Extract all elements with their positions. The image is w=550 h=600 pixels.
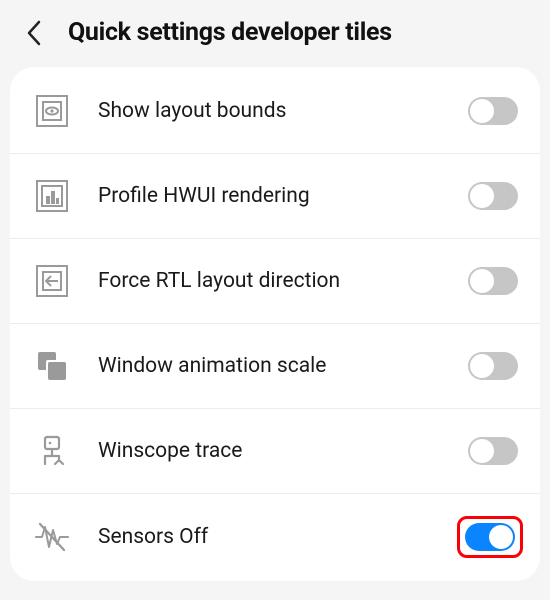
header: Quick settings developer tiles: [0, 0, 550, 67]
row-window-animation-scale[interactable]: Window animation scale: [10, 324, 540, 409]
row-label: Sensors Off: [98, 525, 457, 549]
sensors-off-icon: [32, 517, 72, 557]
highlight-box: [457, 516, 523, 558]
layout-bounds-icon: [32, 91, 72, 131]
toggle-winscope-trace[interactable]: [468, 437, 518, 465]
toggle-sensors-off[interactable]: [465, 523, 515, 551]
profile-hwui-icon: [32, 176, 72, 216]
toggle-knob: [470, 184, 494, 208]
row-winscope-trace[interactable]: Winscope trace: [10, 409, 540, 494]
row-profile-hwui[interactable]: Profile HWUI rendering: [10, 154, 540, 239]
back-button[interactable]: [20, 19, 48, 47]
toggle-knob: [470, 269, 494, 293]
settings-panel: Show layout bounds Profile HWUI renderin…: [10, 67, 540, 581]
toggle-profile-hwui[interactable]: [468, 182, 518, 210]
winscope-trace-icon: [32, 431, 72, 471]
toggle-window-animation-scale[interactable]: [468, 352, 518, 380]
row-show-layout-bounds[interactable]: Show layout bounds: [10, 69, 540, 154]
row-sensors-off[interactable]: Sensors Off: [10, 494, 540, 579]
toggle-knob: [470, 354, 494, 378]
page-title: Quick settings developer tiles: [68, 18, 392, 47]
toggle-show-layout-bounds[interactable]: [468, 97, 518, 125]
toggle-knob: [470, 99, 494, 123]
row-force-rtl[interactable]: Force RTL layout direction: [10, 239, 540, 324]
toggle-force-rtl[interactable]: [468, 267, 518, 295]
toggle-knob: [470, 439, 494, 463]
row-label: Show layout bounds: [98, 99, 468, 123]
window-animation-icon: [32, 346, 72, 386]
row-label: Force RTL layout direction: [98, 269, 468, 293]
row-label: Profile HWUI rendering: [98, 184, 468, 208]
row-label: Winscope trace: [98, 439, 468, 463]
rtl-layout-icon: [32, 261, 72, 301]
back-icon: [26, 20, 42, 46]
row-label: Window animation scale: [98, 354, 468, 378]
toggle-knob: [489, 525, 513, 549]
